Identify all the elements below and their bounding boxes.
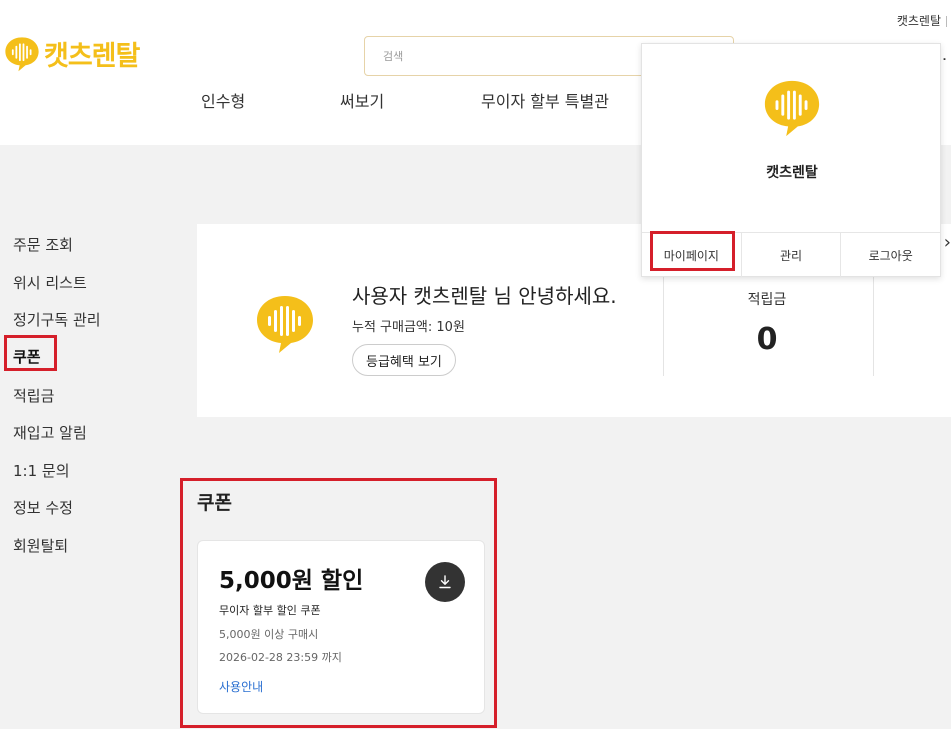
sidebar-item-label: 주문 조회 (13, 236, 73, 255)
popup-user-name: 캣츠렌탈 (766, 165, 818, 181)
sidebar: 주문 조회 위시 리스트 정기구독 관리 쿠폰 적립금 재입고 알림 1:1 문… (13, 226, 143, 564)
highlight-box-coupon-section (180, 478, 497, 728)
sidebar-item-edit-info[interactable]: 정보 수정 (13, 489, 143, 527)
sidebar-item-points[interactable]: 적립금 (13, 376, 143, 414)
points-value: 0 (756, 322, 778, 357)
avatar (764, 80, 820, 137)
sidebar-item-label: 위시 리스트 (13, 273, 87, 292)
sidebar-item-label: 정기구독 관리 (13, 311, 101, 330)
sidebar-item-label: 정보 수정 (13, 499, 73, 518)
greeting-text: 사용자 캣츠렌탈 님 안녕하세요. (352, 284, 617, 308)
logout-button[interactable]: 로그아웃 (841, 233, 940, 277)
nav-item-trial[interactable]: 써보기 (340, 88, 384, 112)
sidebar-item-label: 적립금 (13, 386, 55, 405)
sidebar-item-orders[interactable]: 주문 조회 (13, 226, 143, 264)
manage-button[interactable]: 관리 (742, 233, 842, 277)
accumulated-amount: 누적 구매금액: 10원 (352, 320, 465, 335)
logo[interactable]: 캣츠렌탈 (3, 34, 140, 73)
sidebar-item-label: 1:1 문의 (13, 461, 70, 480)
nav-item-interest-free[interactable]: 무이자 할부 특별관 (481, 88, 609, 112)
highlight-box-coupon (4, 335, 57, 371)
nav-item-acquisition[interactable]: 인수형 (201, 88, 245, 112)
sidebar-item-inquiry[interactable]: 1:1 문의 (13, 452, 143, 490)
sidebar-item-wishlist[interactable]: 위시 리스트 (13, 264, 143, 302)
top-user-link[interactable]: 캣츠렌탈 (897, 12, 947, 29)
sidebar-item-label: 재입고 알림 (13, 424, 87, 443)
partial-icon: › (943, 232, 951, 253)
logo-text: 캣츠렌탈 (44, 41, 140, 72)
sidebar-item-label: 회원탈퇴 (13, 537, 69, 556)
sidebar-item-restock[interactable]: 재입고 알림 (13, 414, 143, 452)
sidebar-item-subscription[interactable]: 정기구독 관리 (13, 301, 143, 339)
highlight-box-mypage (650, 231, 735, 271)
partial-icon: ˙ (940, 56, 949, 77)
points-label: 적립금 (747, 292, 787, 308)
avatar (257, 296, 313, 353)
grade-benefits-button[interactable]: 등급혜택 보기 (352, 344, 456, 376)
logo-icon (5, 36, 39, 71)
sidebar-item-withdraw[interactable]: 회원탈퇴 (13, 527, 143, 565)
